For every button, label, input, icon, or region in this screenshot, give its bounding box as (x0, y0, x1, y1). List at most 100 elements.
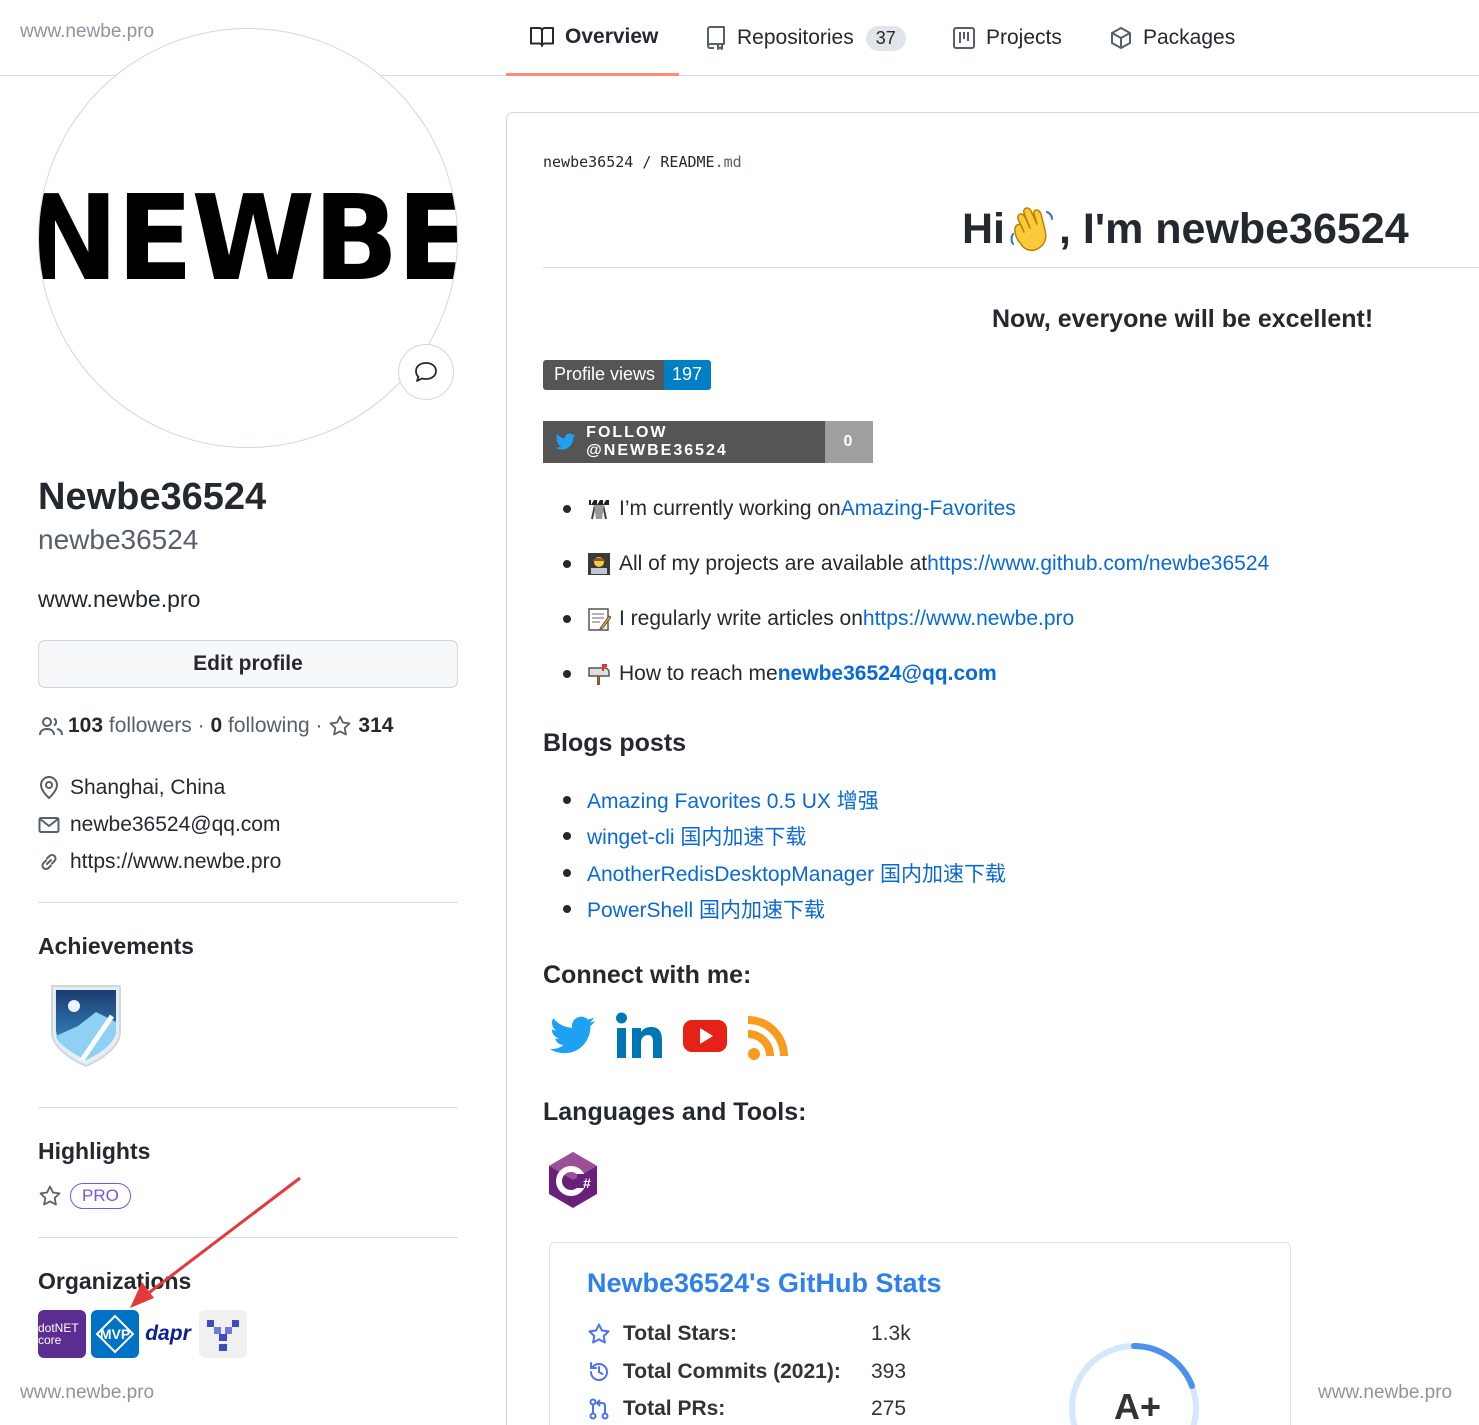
bullet-dot (563, 796, 571, 804)
heading-rest: , I'm newbe36524 (1059, 204, 1409, 253)
bullet-dot (563, 869, 571, 877)
profile-views-badge: Profile views 197 (543, 360, 712, 390)
connect-heading: Connect with me: (543, 961, 752, 989)
blog-post-link[interactable]: PowerShell 国内加速下载 (587, 894, 825, 924)
stat-value: 393 (871, 1360, 907, 1383)
stat-label: Total PRs: (623, 1397, 726, 1420)
stat-label: Total Stars: (623, 1322, 737, 1345)
profile-login: newbe36524 (38, 524, 199, 555)
list-item: I regularly write articles on https://ww… (563, 607, 1074, 631)
star-icon (588, 1323, 610, 1344)
amazing-favorites-link[interactable]: Amazing-Favorites (841, 497, 1016, 521)
tab-overview-label: Overview (565, 24, 659, 48)
stat-value: 275 (871, 1397, 907, 1420)
avatar[interactable]: NEWBE (38, 28, 458, 448)
star-icon (39, 1185, 61, 1206)
heading-rule (543, 267, 1479, 268)
vcard-website[interactable]: https://www.newbe.pro (38, 850, 281, 874)
stat-value: 1.3k (871, 1322, 911, 1345)
memo-icon (588, 608, 611, 631)
linkedin-icon[interactable] (614, 1010, 664, 1062)
email-link[interactable]: newbe36524@qq.com (70, 813, 280, 837)
achievement-badge[interactable] (46, 980, 126, 1075)
list-item: How to reach me newbe36524@qq.com (563, 662, 997, 686)
youtube-icon[interactable] (681, 1010, 729, 1062)
avatar-logo-text: NEWBE (38, 169, 458, 307)
tab-packages-label: Packages (1143, 26, 1236, 49)
tab-projects[interactable]: Projects (952, 0, 1062, 76)
pixel-org-icon (207, 1320, 239, 1351)
svg-text:#: # (583, 1175, 591, 1191)
readme-path-user[interactable]: newbe36524 (543, 153, 633, 171)
website-link[interactable]: https://www.newbe.pro (70, 850, 281, 874)
vcard-email[interactable]: newbe36524@qq.com (38, 813, 280, 837)
repositories-count-badge: 37 (865, 25, 906, 51)
org-dapr[interactable]: dapr (144, 1310, 192, 1358)
bullet-text: I’m currently working on (619, 497, 841, 520)
email-link[interactable]: newbe36524@qq.com (778, 662, 997, 686)
stat-row-stars: Total Stars: 1.3k (587, 1322, 911, 1346)
bullet-text: All of my projects are available at (619, 552, 928, 575)
link-icon (41, 853, 57, 871)
twitter-icon[interactable] (549, 1010, 597, 1062)
bullet-dot (563, 505, 571, 513)
pull-request-icon (589, 1398, 609, 1420)
profile-bio: www.newbe.pro (38, 586, 201, 612)
sidebar-divider (38, 1107, 458, 1108)
tab-repositories-label: Repositories (737, 26, 854, 49)
twitter-follow-badge[interactable]: FOLLOW @NEWBE36524 0 (543, 421, 873, 463)
tab-packages[interactable]: Packages (1109, 0, 1235, 76)
bullet-dot (563, 560, 571, 568)
followers-label: followers (108, 714, 192, 737)
watermark-bottom-left: www.newbe.pro (20, 1382, 155, 1403)
readme-heading: Hi , I'm newbe36524 (962, 204, 1409, 254)
list-item: winget-cli 国内加速下载 (563, 821, 806, 851)
followers-count: 103 (68, 714, 104, 737)
rss-icon[interactable] (746, 1010, 794, 1062)
blog-post-link[interactable]: winget-cli 国内加速下载 (587, 821, 806, 851)
bullet-text: How to reach me (619, 662, 778, 685)
following-count: 0 (210, 714, 223, 737)
blog-link[interactable]: https://www.newbe.pro (863, 607, 1074, 631)
book-icon (530, 26, 554, 47)
tab-repositories[interactable]: Repositories 37 (705, 0, 906, 76)
org-mvp-label: MVP (99, 1326, 131, 1342)
set-status-button[interactable] (398, 344, 454, 400)
twitter-follow-count: 0 (825, 421, 873, 463)
twitter-follow-label: FOLLOW @NEWBE36524 (586, 424, 728, 459)
location-text: Shanghai, China (70, 776, 226, 799)
following-link[interactable]: 0 following (210, 714, 309, 738)
mail-icon (38, 817, 60, 833)
tab-overview[interactable]: Overview (506, 0, 679, 76)
stars-count: 314 (358, 714, 394, 737)
csharp-icon[interactable]: # (546, 1150, 600, 1210)
bullet-dot (563, 615, 571, 623)
bullet-text: I regularly write articles on (619, 607, 863, 630)
bullet-dot (563, 832, 571, 840)
package-icon (1111, 27, 1131, 49)
readme-tagline: Now, everyone will be excellent! (992, 305, 1374, 333)
org-dotnet-core[interactable]: dotNET core (38, 1310, 86, 1358)
readme-path-sep: / (633, 153, 661, 171)
stats-title: Newbe36524's GitHub Stats (587, 1268, 942, 1298)
stat-row-commits: Total Commits (2021): 393 (587, 1360, 906, 1384)
stars-link[interactable]: 314 (328, 714, 393, 738)
org-pixel[interactable] (199, 1310, 247, 1358)
edit-profile-button[interactable]: Edit profile (38, 640, 458, 688)
rank-grade: A+ (1114, 1386, 1162, 1425)
separator-dot: · (315, 714, 323, 737)
waving-hand-icon (1010, 207, 1053, 252)
readme-path-file: README (660, 153, 715, 171)
blog-post-link[interactable]: AnotherRedisDesktopManager 国内加速下载 (587, 858, 1006, 888)
star-icon (329, 715, 351, 736)
following-label: following (227, 714, 310, 737)
stat-row-prs: Total PRs: 275 (587, 1397, 906, 1421)
blog-post-link[interactable]: Amazing Favorites 0.5 UX 增强 (587, 785, 879, 815)
list-item: Amazing Favorites 0.5 UX 增强 (563, 785, 879, 815)
github-profile-link[interactable]: https://www.github.com/newbe36524 (927, 552, 1269, 576)
followers-link[interactable]: 103 followers (68, 714, 192, 738)
blogs-heading: Blogs posts (543, 729, 687, 757)
org-mvp[interactable]: MVP (91, 1310, 139, 1358)
readme-path: newbe36524 / README.md (543, 153, 742, 171)
tab-projects-label: Projects (986, 26, 1062, 49)
